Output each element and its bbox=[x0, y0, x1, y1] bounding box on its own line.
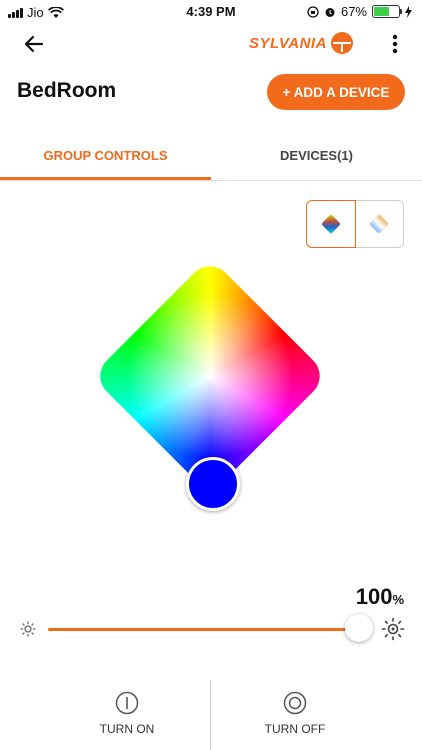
color-mode-button[interactable] bbox=[306, 200, 356, 248]
power-off-icon bbox=[283, 691, 307, 715]
white-mode-button[interactable] bbox=[355, 200, 404, 248]
brightness-value: 100% bbox=[356, 584, 404, 610]
active-tab-indicator bbox=[0, 177, 211, 180]
app-bar: SYLVANIA bbox=[0, 24, 422, 64]
power-controls: TURN ON TURN OFF bbox=[0, 680, 422, 750]
page-title: BedRoom bbox=[17, 79, 117, 102]
battery-icon bbox=[372, 5, 402, 18]
brightness-high-icon bbox=[381, 617, 405, 641]
brightness-slider-knob[interactable] bbox=[345, 614, 373, 642]
status-right: 67% bbox=[307, 4, 412, 19]
rotation-lock-icon bbox=[307, 5, 319, 18]
power-on-icon bbox=[115, 691, 139, 715]
alarm-icon bbox=[325, 7, 335, 17]
white-temperature-icon bbox=[369, 214, 389, 234]
color-mode-toggle bbox=[306, 200, 404, 248]
tab-group-controls[interactable]: GROUP CONTROLS bbox=[0, 130, 211, 180]
tab-devices[interactable]: DEVICES(1) bbox=[211, 130, 422, 180]
brand-bulb-icon bbox=[330, 32, 353, 54]
battery-fill bbox=[374, 7, 389, 16]
brightness-unit: % bbox=[392, 592, 404, 607]
brand-wordmark: SYLVANIA bbox=[249, 34, 327, 52]
add-device-button[interactable]: + ADD A DEVICE bbox=[267, 74, 405, 110]
turn-off-label: TURN OFF bbox=[264, 722, 326, 736]
sylvania-logo: SYLVANIA bbox=[249, 31, 354, 55]
color-picker-handle[interactable] bbox=[186, 457, 240, 511]
brightness-number: 100 bbox=[355, 584, 393, 609]
charging-icon bbox=[405, 5, 412, 18]
more-vert-icon[interactable] bbox=[388, 32, 402, 56]
status-bar: Jio 4:39 PM 67% bbox=[0, 0, 422, 24]
color-wheel-icon bbox=[321, 214, 340, 234]
brightness-slider-track[interactable] bbox=[48, 628, 360, 631]
tab-bar: GROUP CONTROLS DEVICES(1) bbox=[0, 130, 422, 181]
back-arrow-icon[interactable] bbox=[22, 32, 46, 56]
battery-percent: 67% bbox=[340, 4, 367, 19]
turn-off-button[interactable]: TURN OFF bbox=[190, 680, 400, 750]
brightness-low-icon bbox=[20, 621, 36, 637]
